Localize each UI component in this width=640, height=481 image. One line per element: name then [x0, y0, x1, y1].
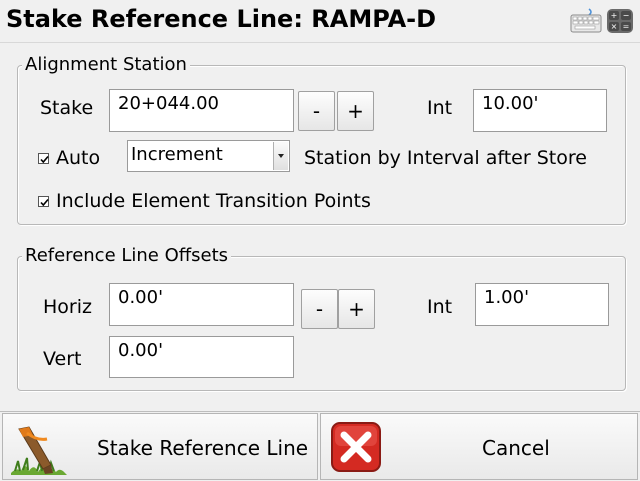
alignment-station-legend: Alignment Station — [22, 54, 190, 75]
red-x-icon — [330, 420, 382, 474]
stake-station-field[interactable]: 20+044.00 — [109, 89, 294, 132]
chevron-down-icon[interactable] — [273, 142, 288, 170]
offset-interval-field[interactable]: 1.00' — [475, 283, 609, 326]
cancel-label: Cancel — [482, 436, 550, 460]
include-transition-checkbox[interactable] — [38, 196, 49, 207]
svg-text:=: = — [623, 22, 630, 31]
horiz-offset-field[interactable]: 0.00' — [109, 283, 294, 326]
reference-offsets-legend: Reference Line Offsets — [22, 245, 232, 266]
station-interval-field[interactable]: 10.00' — [473, 89, 607, 132]
horiz-label: Horiz — [43, 296, 92, 318]
vert-offset-field[interactable]: 0.00' — [109, 336, 294, 378]
auto-label[interactable]: Auto — [56, 147, 100, 169]
station-int-label: Int — [427, 97, 453, 119]
svg-text:−: − — [623, 11, 630, 20]
keyboard-icon[interactable] — [569, 7, 603, 35]
svg-text:+: + — [611, 11, 618, 20]
station-interval-note: Station by Interval after Store — [304, 147, 587, 169]
title-bar: Stake Reference Line: RAMPA-D + − × = — [0, 0, 640, 43]
stake-label: Stake — [40, 97, 94, 119]
stake-reference-line-button[interactable]: Stake Reference Line — [2, 413, 318, 480]
cancel-button[interactable]: Cancel — [320, 413, 638, 480]
include-transition-label[interactable]: Include Element Transition Points — [56, 190, 371, 212]
survey-stake-icon — [9, 419, 67, 475]
offset-int-label: Int — [427, 296, 453, 318]
svg-text:×: × — [611, 22, 618, 31]
horiz-decrement-button[interactable]: - — [301, 289, 338, 329]
auto-mode-select[interactable]: Increment — [127, 140, 290, 172]
stake-reference-line-label: Stake Reference Line — [97, 436, 309, 460]
horiz-increment-button[interactable]: + — [338, 289, 375, 329]
vert-label: Vert — [43, 348, 82, 370]
auto-checkbox[interactable] — [38, 153, 49, 164]
stake-decrement-button[interactable]: - — [298, 91, 335, 131]
stake-increment-button[interactable]: + — [337, 91, 374, 131]
window-title: Stake Reference Line: RAMPA-D — [6, 5, 437, 33]
calculator-icon[interactable]: + − × = — [605, 7, 635, 35]
auto-mode-value: Increment — [131, 144, 223, 165]
